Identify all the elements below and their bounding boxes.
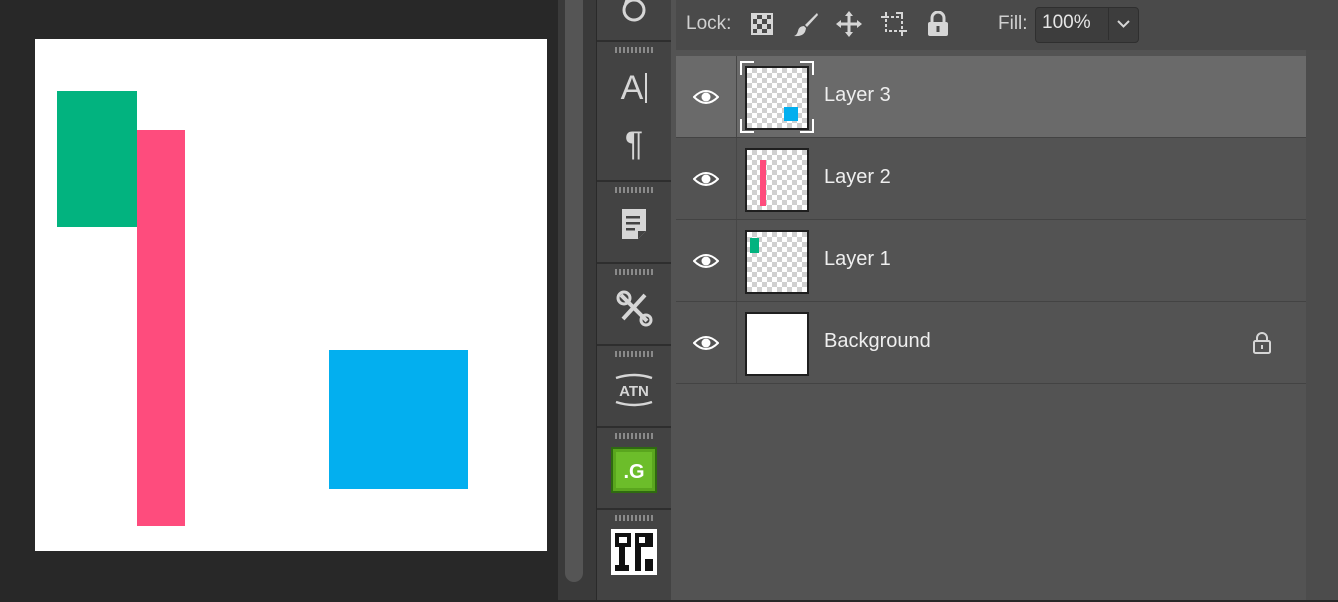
layer-row-layer-2[interactable]: Layer 2	[676, 138, 1306, 220]
layer-lock-icon[interactable]	[1252, 331, 1272, 355]
selection-corner	[740, 61, 754, 75]
group-grip[interactable]	[615, 47, 653, 53]
layer-thumbnail	[745, 148, 809, 212]
lock-artboard-icon[interactable]	[880, 10, 908, 38]
actions-group: ATN	[597, 344, 671, 426]
visibility-toggle[interactable]	[676, 302, 737, 383]
pink-rectangle	[137, 130, 185, 526]
group-grip[interactable]	[615, 269, 653, 275]
fill-value[interactable]: 100%	[1042, 12, 1091, 34]
layer-row-layer-3[interactable]: Layer 3	[676, 56, 1306, 138]
fill-label: Fill:	[998, 13, 1028, 34]
visibility-toggle[interactable]	[676, 220, 737, 301]
selection-corner	[800, 61, 814, 75]
tools-group	[597, 262, 671, 344]
fill-dropdown-button[interactable]	[1108, 8, 1138, 40]
chevron-down-icon	[1117, 20, 1130, 28]
layer-row-background[interactable]: Background	[676, 302, 1306, 384]
type-panels-group: A ¶	[597, 40, 671, 180]
plugin-g-group: .G	[597, 426, 671, 508]
visibility-toggle[interactable]	[676, 138, 737, 219]
group-grip[interactable]	[615, 515, 653, 521]
layer-name[interactable]: Layer 2	[824, 166, 891, 189]
lock-image-pixels-icon[interactable]	[792, 10, 820, 38]
blue-square	[329, 350, 468, 489]
vertical-scrollbar[interactable]	[565, 0, 583, 582]
layer-name[interactable]: Layer 1	[824, 248, 891, 271]
paragraph-icon[interactable]: ¶	[611, 124, 657, 164]
group-grip[interactable]	[615, 351, 653, 357]
svg-text:ATN: ATN	[619, 383, 649, 400]
notes-group	[597, 180, 671, 262]
lock-position-icon[interactable]	[835, 10, 863, 38]
eye-icon	[693, 335, 719, 350]
group-grip[interactable]	[615, 187, 653, 193]
green-rectangle	[57, 91, 137, 227]
selection-corner	[740, 119, 754, 133]
eye-icon	[693, 253, 719, 268]
visibility-toggle[interactable]	[676, 56, 737, 137]
plugin-logo-icon[interactable]	[611, 529, 657, 575]
notes-icon[interactable]	[611, 204, 657, 244]
lock-label: Lock:	[686, 13, 732, 34]
plugin-logo-group	[597, 508, 671, 602]
panel-dock-strip: A ¶ ATN .G	[596, 0, 672, 600]
actions-icon[interactable]: ATN	[611, 370, 657, 410]
document-canvas[interactable]	[35, 39, 547, 551]
eye-icon	[693, 89, 719, 104]
group-grip[interactable]	[615, 433, 653, 439]
selection-corner	[800, 119, 814, 133]
lock-all-icon[interactable]	[924, 10, 952, 38]
layer-name[interactable]: Background	[824, 330, 931, 353]
lock-transparent-pixels-icon[interactable]	[748, 10, 776, 38]
layer-row-layer-1[interactable]: Layer 1	[676, 220, 1306, 302]
svg-text:.G: .G	[623, 461, 644, 483]
canvas-workspace	[0, 0, 558, 600]
layer-thumbnail	[745, 312, 809, 376]
layer-name[interactable]: Layer 3	[824, 84, 891, 107]
history-icon[interactable]	[611, 0, 657, 28]
tools-icon[interactable]	[611, 288, 657, 328]
plugin-g-icon[interactable]: .G	[611, 447, 657, 493]
eye-icon	[693, 171, 719, 186]
history-group	[597, 0, 671, 40]
character-icon[interactable]: A	[611, 68, 657, 108]
layers-scroll-track[interactable]	[1306, 50, 1338, 600]
layer-thumbnail	[745, 230, 809, 294]
